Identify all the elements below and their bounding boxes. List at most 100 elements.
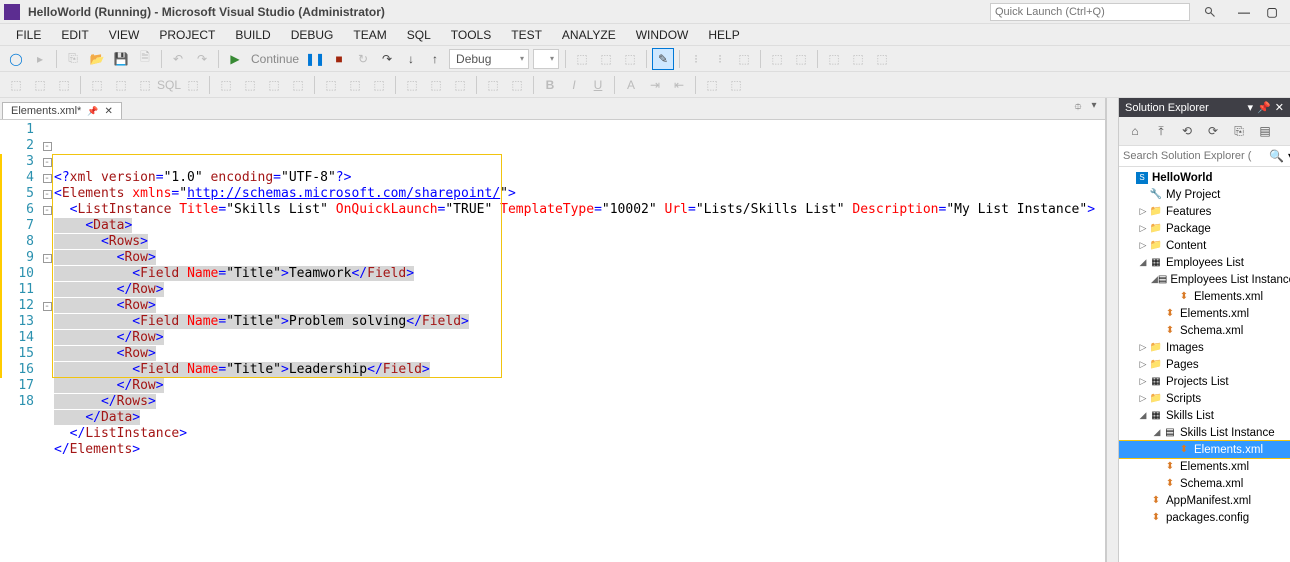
bold-button[interactable]: B xyxy=(539,74,561,96)
italic-button[interactable]: I xyxy=(563,74,585,96)
refresh-icon[interactable]: ⟳ xyxy=(1202,120,1224,142)
stop-button[interactable]: ■ xyxy=(328,48,350,70)
code-line[interactable]: </Elements> xyxy=(54,442,1105,458)
home-icon[interactable]: ⌂ xyxy=(1124,120,1146,142)
tree-node[interactable]: ◢▦Employees List xyxy=(1119,254,1290,271)
quick-launch-input[interactable] xyxy=(990,3,1190,21)
code-line[interactable]: <Row> xyxy=(54,250,1105,266)
tree-node[interactable]: ⬍packages.config xyxy=(1119,509,1290,526)
undo-button[interactable]: ↶ xyxy=(167,48,189,70)
twisty-icon[interactable]: ▷ xyxy=(1137,359,1149,370)
properties-icon[interactable]: ⎘ xyxy=(1228,120,1250,142)
back-button[interactable]: ◯ xyxy=(5,48,27,70)
tool-r2-9[interactable]: ⬚ xyxy=(239,74,261,96)
tree-node[interactable]: ◢▤Skills List Instance xyxy=(1119,424,1290,441)
menu-debug[interactable]: DEBUG xyxy=(281,26,344,44)
twisty-icon[interactable]: ▷ xyxy=(1137,240,1149,251)
tool-button-10[interactable]: ⬚ xyxy=(847,48,869,70)
twisty-icon[interactable]: ◢ xyxy=(1151,274,1158,285)
code-line[interactable]: </Rows> xyxy=(54,394,1105,410)
forward-button[interactable]: ▸ xyxy=(29,48,51,70)
tool-button-5[interactable]: ⁝ xyxy=(709,48,731,70)
tool-r2-5[interactable]: ⬚ xyxy=(110,74,132,96)
code-line[interactable]: </Row> xyxy=(54,378,1105,394)
search-icon[interactable]: 🔍 xyxy=(1269,149,1284,163)
font-color-button[interactable]: A xyxy=(620,74,642,96)
sync-icon[interactable]: ⟲ xyxy=(1176,120,1198,142)
tree-node[interactable]: ⬍Schema.xml xyxy=(1119,475,1290,492)
tool-r2-8[interactable]: ⬚ xyxy=(215,74,237,96)
minimize-button[interactable]: — xyxy=(1236,4,1252,20)
tool-button-11[interactable]: ⬚ xyxy=(871,48,893,70)
tree-node[interactable]: ▷📁Pages xyxy=(1119,356,1290,373)
step-out-button[interactable]: ↑ xyxy=(424,48,446,70)
tool-r2-6[interactable]: ⬚ xyxy=(134,74,156,96)
tree-node[interactable]: ⬍Elements.xml xyxy=(1119,288,1290,305)
code-line[interactable]: <?xml version="1.0" encoding="UTF-8"?> xyxy=(54,170,1105,186)
toggle-button[interactable]: ✎ xyxy=(652,48,674,70)
twisty-icon[interactable]: ▷ xyxy=(1137,376,1149,387)
save-all-button[interactable]: 🗎 xyxy=(134,48,156,70)
tool-r2-17[interactable]: ⬚ xyxy=(449,74,471,96)
tool-r2-11[interactable]: ⬚ xyxy=(287,74,309,96)
step-into-button[interactable]: ↓ xyxy=(400,48,422,70)
twisty-icon[interactable]: ◢ xyxy=(1137,257,1149,268)
code-line[interactable]: </ListInstance> xyxy=(54,426,1105,442)
code-line[interactable]: <ListInstance Title="Skills List" OnQuic… xyxy=(54,202,1105,218)
code-line[interactable]: <Field Name="Title">Leadership</Field> xyxy=(54,362,1105,378)
indent-right-button[interactable]: ⇥ xyxy=(644,74,666,96)
tool-button-8[interactable]: ⬚ xyxy=(790,48,812,70)
file-tab[interactable]: Elements.xml* 📌 ✕ xyxy=(2,102,122,119)
twisty-icon[interactable]: ▷ xyxy=(1137,342,1149,353)
tool-r2-12[interactable]: ⬚ xyxy=(320,74,342,96)
tree-node[interactable]: ▷📁Scripts xyxy=(1119,390,1290,407)
fold-toggle[interactable]: - xyxy=(43,174,52,183)
menu-project[interactable]: PROJECT xyxy=(149,26,225,44)
tree-node[interactable]: 🔧My Project xyxy=(1119,186,1290,203)
fold-toggle[interactable]: - xyxy=(43,302,52,311)
tool-r2-10[interactable]: ⬚ xyxy=(263,74,285,96)
panel-pin-icon[interactable]: 📌 xyxy=(1257,101,1271,114)
editor-split-icon[interactable]: ⯐ xyxy=(1071,100,1085,117)
tool-r2-18[interactable]: ⬚ xyxy=(482,74,504,96)
code-line[interactable]: <Elements xmlns="http://schemas.microsof… xyxy=(54,186,1105,202)
underline-button[interactable]: U xyxy=(587,74,609,96)
new-project-button[interactable]: ⎘ xyxy=(62,48,84,70)
code-line[interactable]: <Rows> xyxy=(54,234,1105,250)
menu-tools[interactable]: TOOLS xyxy=(441,26,501,44)
tool-r2-13[interactable]: ⬚ xyxy=(344,74,366,96)
code-line[interactable]: <Data> xyxy=(54,218,1105,234)
tool-button-6[interactable]: ⬚ xyxy=(733,48,755,70)
menu-analyze[interactable]: ANALYZE xyxy=(552,26,626,44)
tree-node[interactable]: ⬍Schema.xml xyxy=(1119,322,1290,339)
sql-icon[interactable]: SQL xyxy=(158,74,180,96)
solexp-search-input[interactable] xyxy=(1123,149,1265,163)
code-editor[interactable]: 123456789101112131415161718 ------- <?xm… xyxy=(0,120,1105,562)
restart-button[interactable]: ↻ xyxy=(352,48,374,70)
code-line[interactable]: </Data> xyxy=(54,410,1105,426)
menu-test[interactable]: TEST xyxy=(501,26,552,44)
panel-close-icon[interactable]: ✕ xyxy=(1275,101,1284,114)
fold-toggle[interactable]: - xyxy=(43,142,52,151)
twisty-icon[interactable]: ▷ xyxy=(1137,393,1149,404)
step-over-button[interactable]: ↷ xyxy=(376,48,398,70)
menu-team[interactable]: TEAM xyxy=(343,26,396,44)
menu-sql[interactable]: SQL xyxy=(397,26,441,44)
tool-r2-19[interactable]: ⬚ xyxy=(506,74,528,96)
tool-button-3[interactable]: ⬚ xyxy=(619,48,641,70)
tool-button-2[interactable]: ⬚ xyxy=(595,48,617,70)
solution-tree[interactable]: SHelloWorld🔧My Project▷📁Features▷📁Packag… xyxy=(1119,167,1290,562)
twisty-icon[interactable]: ▷ xyxy=(1137,206,1149,217)
twisty-icon[interactable]: ▷ xyxy=(1137,223,1149,234)
tool-button-1[interactable]: ⬚ xyxy=(571,48,593,70)
tool-r2-7[interactable]: ⬚ xyxy=(182,74,204,96)
tool-r2-4[interactable]: ⬚ xyxy=(86,74,108,96)
redo-button[interactable]: ↷ xyxy=(191,48,213,70)
tool-r2-16[interactable]: ⬚ xyxy=(425,74,447,96)
twisty-icon[interactable]: ◢ xyxy=(1151,427,1163,438)
pause-button[interactable]: ❚❚ xyxy=(304,48,326,70)
menu-file[interactable]: FILE xyxy=(6,26,51,44)
tool-r2-15[interactable]: ⬚ xyxy=(401,74,423,96)
tool-r2-2[interactable]: ⬚ xyxy=(29,74,51,96)
tree-node[interactable]: ⬍AppManifest.xml xyxy=(1119,492,1290,509)
